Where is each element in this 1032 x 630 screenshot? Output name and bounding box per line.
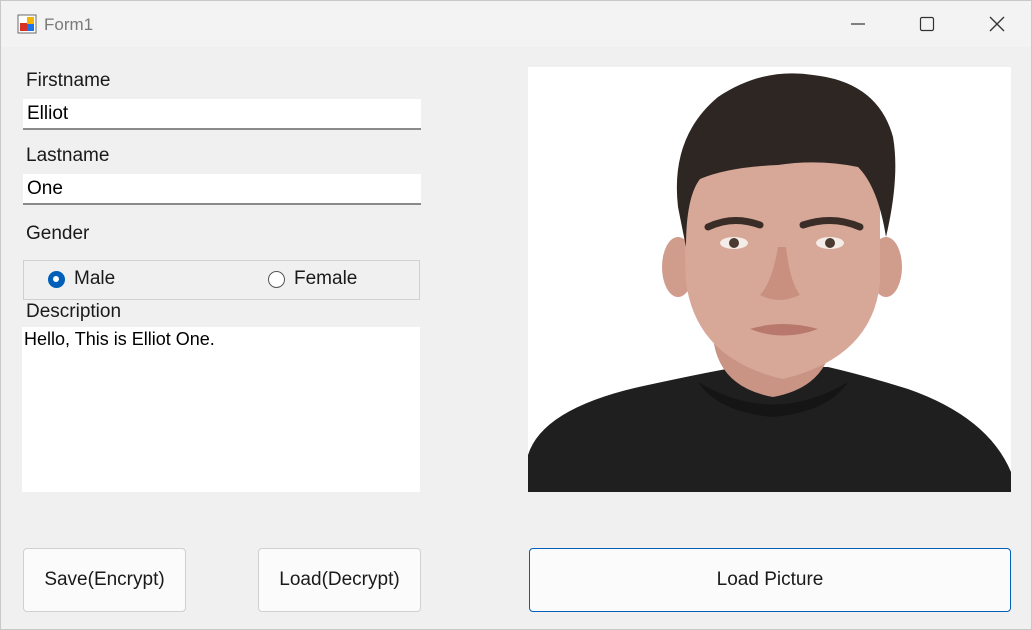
app-icon	[17, 14, 37, 34]
title-bar[interactable]: Form1	[1, 1, 1031, 47]
radio-unchecked-icon	[268, 270, 285, 288]
gender-male-radio[interactable]: Male	[48, 268, 115, 290]
gender-label: Gender	[26, 223, 90, 244]
description-label: Description	[26, 301, 122, 322]
load-picture-button[interactable]: Load Picture	[529, 548, 1011, 612]
description-textarea[interactable]: Hello, This is Elliot One.	[22, 327, 420, 492]
gender-female-radio[interactable]: Female	[268, 268, 357, 290]
main-window: Form1 Firstname Lastname Gender Male	[0, 0, 1032, 630]
portrait-photo	[528, 67, 1011, 492]
close-icon	[989, 16, 1005, 32]
close-button[interactable]	[962, 1, 1032, 47]
gender-male-label: Male	[74, 268, 116, 289]
firstname-label: Firstname	[26, 70, 111, 91]
minimize-button[interactable]	[823, 1, 893, 47]
lastname-input[interactable]	[23, 174, 421, 205]
gender-female-label: Female	[294, 268, 358, 289]
maximize-icon	[919, 16, 935, 32]
window-title: Form1	[44, 15, 94, 34]
load-decrypt-button[interactable]: Load(Decrypt)	[258, 548, 421, 612]
lastname-label: Lastname	[26, 145, 110, 166]
save-encrypt-button[interactable]: Save(Encrypt)	[23, 548, 186, 612]
maximize-button[interactable]	[892, 1, 962, 47]
picture-box	[528, 67, 1011, 492]
minimize-icon	[851, 23, 865, 25]
firstname-input[interactable]	[23, 99, 421, 130]
radio-checked-icon	[48, 270, 65, 288]
